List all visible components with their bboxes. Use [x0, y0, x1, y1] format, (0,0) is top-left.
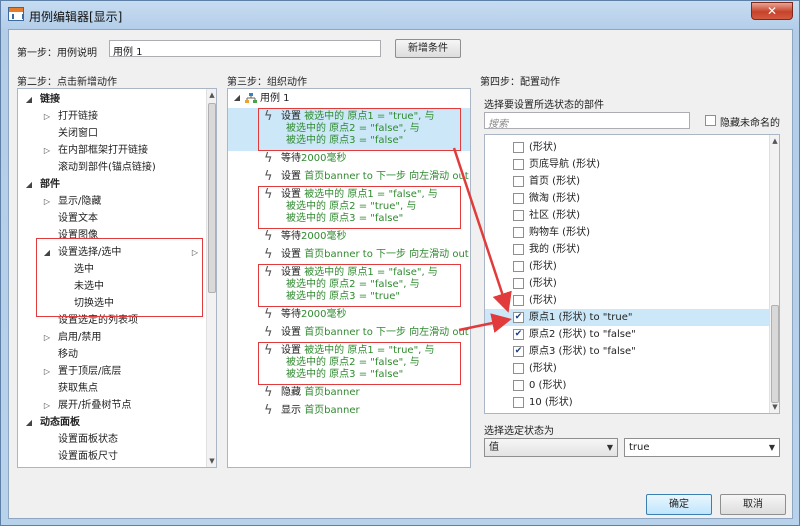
- title-bar[interactable]: 用例编辑器[显示] ✕: [1, 1, 799, 29]
- dialog-body: 第一步：用例说明 用例 1 新增条件 第二步：点击新增动作 第三步：组织动作 第…: [8, 29, 793, 519]
- cancel-button[interactable]: 取消: [720, 494, 786, 515]
- annotation-arrows: [452, 147, 512, 333]
- app-icon: [8, 7, 24, 21]
- use-case-editor-window: 用例编辑器[显示] ✕ 第一步：用例说明 用例 1 新增条件 第二步：点击新增动…: [0, 0, 800, 526]
- close-button[interactable]: ✕: [751, 2, 793, 20]
- window-title: 用例编辑器[显示]: [29, 10, 123, 24]
- ok-button[interactable]: 确定: [646, 494, 712, 515]
